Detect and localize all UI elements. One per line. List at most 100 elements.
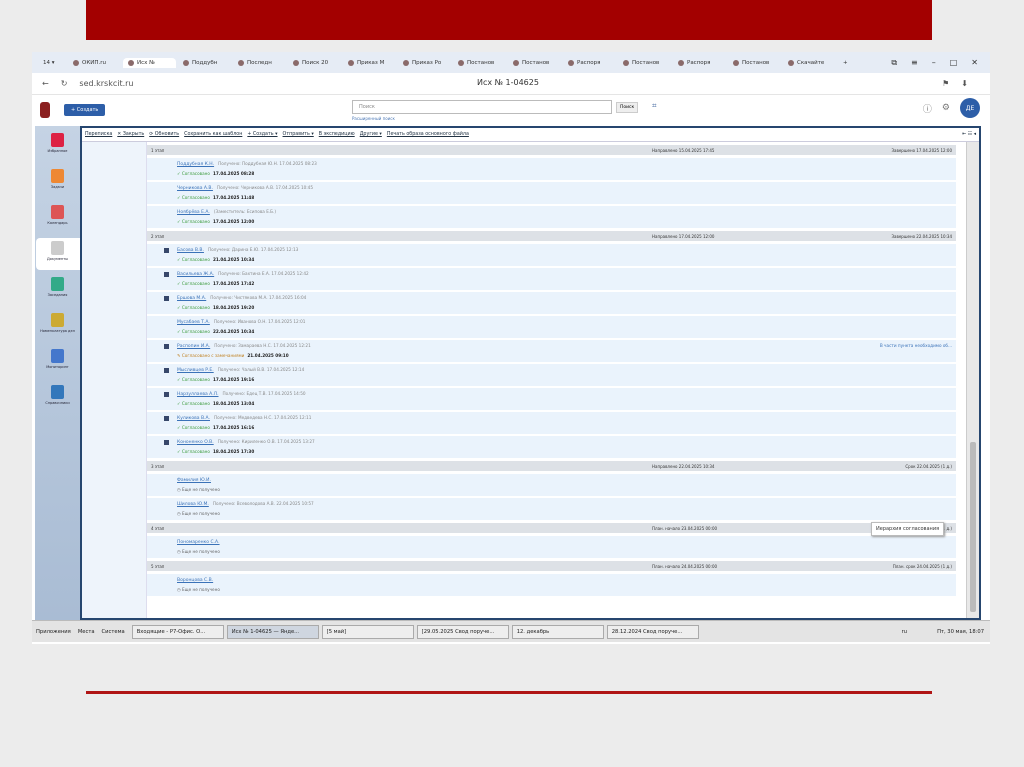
- tabs-icon[interactable]: ⧉: [891, 58, 897, 68]
- scrollbar-thumb[interactable]: [970, 442, 976, 612]
- browser-tab[interactable]: Постанов: [618, 58, 671, 68]
- comment-link[interactable]: В части пункта необходимо об...: [880, 343, 952, 348]
- toolbar-item[interactable]: Другие ▾: [360, 132, 382, 137]
- approver-line: Шилова Ю.М. Получено: Всеволодова А.В. 22…: [177, 501, 956, 507]
- browser-tab[interactable]: Распоря: [563, 58, 616, 68]
- search-button[interactable]: Поиск: [616, 102, 639, 113]
- sidebar-item[interactable]: Мониторинг: [36, 346, 80, 378]
- taskbar-menu-item[interactable]: Приложения: [36, 629, 71, 635]
- approver-name-link[interactable]: Ноябрёва Е.А.: [177, 210, 210, 215]
- search-input[interactable]: Поиск: [352, 100, 612, 114]
- toolbar-item[interactable]: Печать образа основного файла: [387, 132, 469, 137]
- browser-tab[interactable]: Распоря: [673, 58, 726, 68]
- taskbar-window[interactable]: Входящие - Р7-Офис. О...: [131, 624, 224, 639]
- advanced-search-link[interactable]: Расширенный поиск: [352, 116, 395, 121]
- minimize-icon[interactable]: –: [932, 58, 936, 68]
- expand-icon[interactable]: [164, 296, 169, 301]
- approver-name-link[interactable]: Басова В.В.: [177, 248, 204, 253]
- expand-icon[interactable]: [164, 392, 169, 397]
- status-label: ◷ Еще не получено: [177, 511, 220, 516]
- approver-name-link[interactable]: Пономаренко С.А.: [177, 540, 220, 545]
- sidebar-item[interactable]: Избранное: [36, 130, 80, 162]
- taskbar-window[interactable]: Исх № 1-04625 — Янде...: [226, 624, 319, 639]
- sidebar-item[interactable]: Календарь: [36, 202, 80, 234]
- toolbar-item[interactable]: ✕ Закрыть: [117, 132, 144, 137]
- expand-icon[interactable]: [164, 272, 169, 277]
- gear-icon[interactable]: ⚙: [942, 103, 950, 113]
- toolbar-item[interactable]: Сохранить как шаблон: [184, 132, 242, 137]
- approver-line: Поддубная К.Н. Получено: Поддубная Ю.Н. 1…: [177, 161, 956, 167]
- browser-tab[interactable]: Постанов: [508, 58, 561, 68]
- approver-name-link[interactable]: Нарзуллаева А.Л.: [177, 392, 219, 397]
- browser-tab[interactable]: Постанов: [453, 58, 506, 68]
- approver-line: Васильева Ж.А. Получено: Бахтина Е.А. 17.…: [177, 271, 956, 277]
- approver-name-link[interactable]: Фамилия Ю.И.: [177, 478, 211, 483]
- create-button[interactable]: + Создать: [64, 104, 106, 116]
- reload-icon[interactable]: ↻: [61, 79, 68, 88]
- browser-tab[interactable]: Скачайте: [783, 58, 836, 68]
- approver-name-link[interactable]: Ершова М.А.: [177, 296, 206, 301]
- browser-tab[interactable]: Приказ М: [343, 58, 396, 68]
- sidebar-item[interactable]: Справочники: [36, 382, 80, 414]
- sidebar-item[interactable]: Номенклатура дел: [36, 310, 80, 342]
- approver-name-link[interactable]: Васильева Ж.А.: [177, 272, 214, 277]
- taskbar-window[interactable]: 12. декабрь: [511, 624, 604, 639]
- browser-tab[interactable]: Поиск 20: [288, 58, 341, 68]
- back-icon[interactable]: ←: [42, 79, 49, 88]
- url-field[interactable]: sed.krskcit.ru: [79, 79, 133, 88]
- menu-icon[interactable]: ≡: [911, 58, 918, 68]
- taskbar-menu-item[interactable]: Система: [102, 629, 125, 635]
- taskbar-window[interactable]: [29.05.2025 Свод поруче...: [416, 624, 509, 639]
- approver-name-link[interactable]: Кононенко О.В.: [177, 440, 214, 445]
- toolbar-item[interactable]: В экспедицию: [319, 132, 355, 137]
- qr-scan-icon[interactable]: ⌗: [652, 101, 657, 111]
- approver-name-link[interactable]: Мусабаев Т.А.: [177, 320, 210, 325]
- approver-name-link[interactable]: Куликова В.А.: [177, 416, 210, 421]
- sidebar-item[interactable]: Задачи: [36, 166, 80, 198]
- taskbar-menu-item[interactable]: Места: [78, 629, 95, 635]
- approver-name-link[interactable]: Воронцова С.В.: [177, 578, 213, 583]
- bookmark-icon[interactable]: ⚑⬇: [942, 79, 980, 88]
- keyboard-layout[interactable]: ru: [902, 629, 907, 635]
- approver-line: Ершова М.А. Получено: Чистякова М.А. 17.0…: [177, 295, 956, 301]
- approver-name-link[interactable]: Черникова А.В.: [177, 186, 213, 191]
- approval-status: ✎ Согласовано с замечаниями 21.04.2025 09…: [177, 353, 956, 358]
- browser-tab[interactable]: Последн: [233, 58, 286, 68]
- browser-tab[interactable]: Приказ Ро: [398, 58, 451, 68]
- taskbar-window[interactable]: 28.12.2024 Свод поруче...: [606, 624, 699, 639]
- avatar[interactable]: ДЕ: [960, 98, 980, 118]
- approver-name-link[interactable]: Мысливцев Р.Е.: [177, 368, 214, 373]
- clock[interactable]: Пт, 30 мая, 18:07: [937, 629, 984, 635]
- tab-label: Постанов: [742, 59, 770, 66]
- expand-icon[interactable]: [164, 440, 169, 445]
- approver-name-link[interactable]: Поддубная К.Н.: [177, 162, 214, 167]
- tab-counter[interactable]: 14 ▾: [38, 58, 66, 68]
- browser-tab[interactable]: Исх №: [123, 57, 176, 68]
- approver-name-link[interactable]: Распопин И.А.: [177, 344, 210, 349]
- expand-icon[interactable]: [164, 368, 169, 373]
- sidebar-item[interactable]: Заседания: [36, 274, 80, 306]
- toolbar-item[interactable]: Отправить ▾: [283, 132, 314, 137]
- browser-tab[interactable]: Постанов: [728, 58, 781, 68]
- toolbar-item[interactable]: Переписка: [85, 132, 112, 137]
- approver-name-link[interactable]: Шилова Ю.М.: [177, 502, 209, 507]
- close-icon[interactable]: ✕: [971, 58, 978, 68]
- scrollbar[interactable]: [966, 142, 979, 618]
- toolbar-item[interactable]: ⟳ Обновить: [149, 132, 179, 137]
- status-label: ✓ Согласовано: [177, 257, 210, 262]
- help-icon[interactable]: ⓘ: [923, 102, 932, 115]
- received-info: Получено: Бахтина Е.А. 17.04.2025 12:42: [218, 271, 309, 276]
- sidebar-item[interactable]: Документы: [35, 238, 80, 270]
- panel-controls-icon[interactable]: ⇤ ☷ ◂: [962, 132, 976, 137]
- taskbar-window[interactable]: [5 май]: [321, 624, 414, 639]
- taskbar: Приложения Места Система Входящие - Р7-Офис…: [32, 620, 990, 642]
- expand-icon[interactable]: [164, 344, 169, 349]
- browser-tab[interactable]: ОКИП.ru: [68, 58, 121, 68]
- status-label: ✓ Согласовано: [177, 195, 210, 200]
- browser-tab[interactable]: Поддубн: [178, 58, 231, 68]
- new-tab-button[interactable]: +: [838, 58, 852, 68]
- toolbar-item[interactable]: + Создать ▾: [247, 132, 277, 137]
- expand-icon[interactable]: [164, 416, 169, 421]
- expand-icon[interactable]: [164, 248, 169, 253]
- maximize-icon[interactable]: □: [950, 58, 958, 68]
